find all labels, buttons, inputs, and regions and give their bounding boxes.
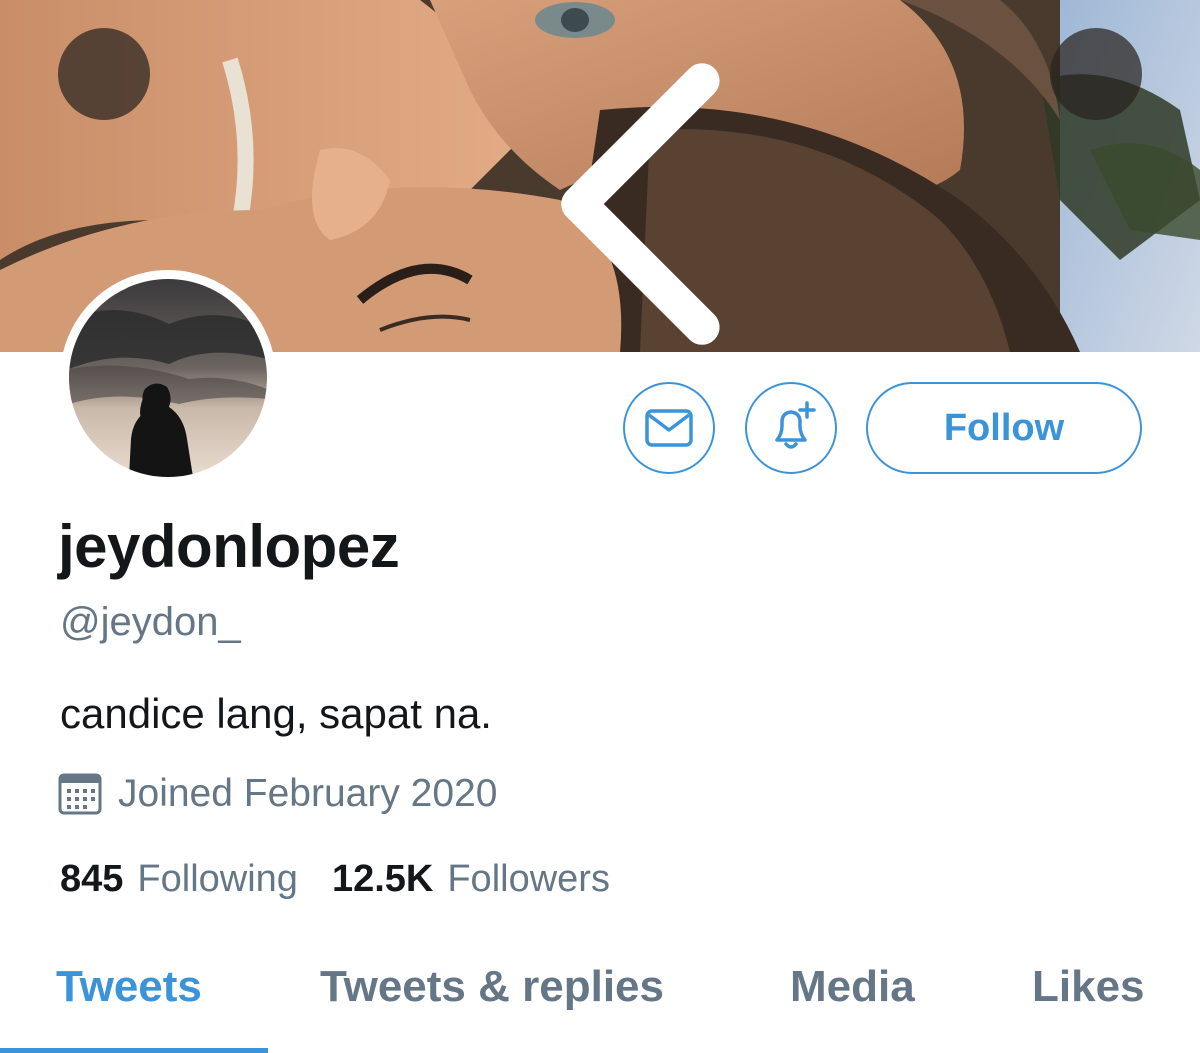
calendar-icon	[58, 773, 102, 815]
bell-plus-icon	[775, 401, 816, 449]
tab-tweets-replies[interactable]: Tweets & replies	[320, 962, 664, 1012]
follow-stats: 845 Following 12.5K Followers	[60, 858, 610, 901]
notifications-button[interactable]	[745, 382, 837, 474]
active-tab-indicator	[0, 1048, 268, 1053]
follow-button[interactable]: Follow	[866, 382, 1142, 474]
back-button[interactable]	[58, 28, 720, 345]
followers-count: 12.5K	[331, 858, 434, 900]
display-name: jeydonlopez	[58, 513, 400, 580]
following-link[interactable]: 845 Following	[60, 858, 298, 901]
following-count: 845	[60, 858, 124, 900]
following-label: Following	[137, 858, 298, 900]
envelope-icon	[645, 409, 693, 447]
followers-label: Followers	[447, 858, 610, 900]
more-options-button[interactable]	[1050, 28, 1142, 120]
tab-media[interactable]: Media	[790, 962, 915, 1012]
followers-link[interactable]: 12.5K Followers	[332, 858, 610, 901]
tab-tweets[interactable]: Tweets	[56, 962, 202, 1012]
joined-date: Joined February 2020	[56, 770, 497, 818]
more-dots-icon	[1050, 28, 1200, 352]
joined-text: Joined February 2020	[118, 772, 498, 815]
message-button[interactable]	[623, 382, 715, 474]
username-handle: @jeydon_	[60, 600, 241, 644]
avatar-image	[69, 279, 267, 477]
avatar[interactable]	[60, 270, 276, 486]
profile-bio: candice lang, sapat na.	[60, 690, 492, 737]
tab-likes[interactable]: Likes	[1032, 962, 1145, 1012]
